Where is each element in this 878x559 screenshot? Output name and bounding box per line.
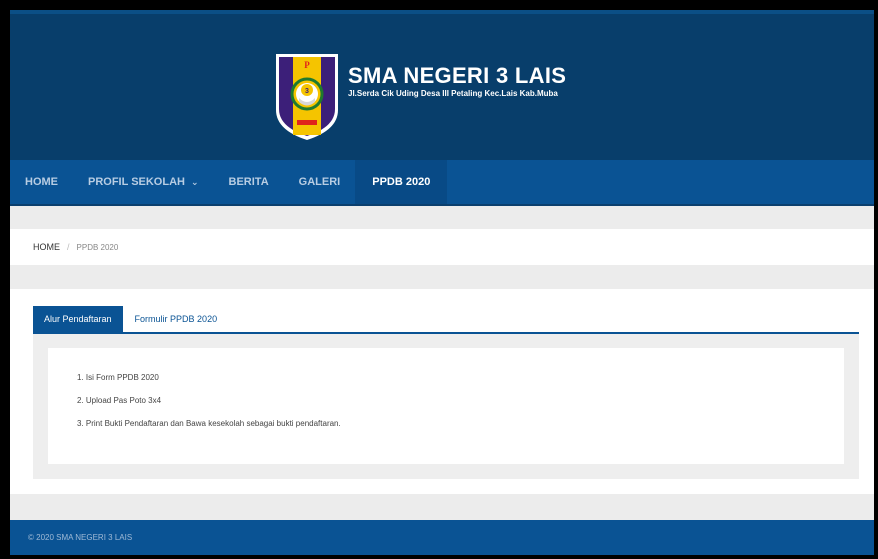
- svg-text:P: P: [304, 60, 310, 70]
- list-item: 3. Print Bukti Pendaftaran dan Bawa kese…: [77, 419, 341, 428]
- breadcrumb: HOME / PPDB 2020: [10, 229, 874, 265]
- tab-panel: 1. Isi Form PPDB 2020 2. Upload Pas Poto…: [33, 334, 859, 479]
- svg-text:3: 3: [305, 88, 309, 95]
- nav-ppdb-2020-label: PPDB 2020: [372, 176, 431, 188]
- nav-profil-sekolah[interactable]: PROFIL SEKOLAH ⌄: [73, 160, 214, 204]
- school-address: Jl.Serda Cik Uding Desa III Petaling Kec…: [348, 89, 558, 98]
- breadcrumb-separator: /: [67, 242, 70, 252]
- main-content: Alur Pendaftaran Formulir PPDB 2020 1. I…: [10, 289, 874, 494]
- footer-copyright: © 2020 SMA NEGERI 3 LAIS: [28, 533, 133, 542]
- list-item: 2. Upload Pas Poto 3x4: [77, 396, 162, 405]
- main-nav: HOME PROFIL SEKOLAH ⌄ BERITA GALERI PPDB …: [10, 160, 874, 206]
- steps-list: 1. Isi Form PPDB 2020 2. Upload Pas Poto…: [77, 373, 341, 442]
- nav-profil-sekolah-label: PROFIL SEKOLAH: [88, 176, 185, 188]
- breadcrumb-home[interactable]: HOME: [33, 242, 60, 252]
- tab-bar: Alur Pendaftaran Formulir PPDB 2020: [33, 306, 859, 334]
- nav-berita[interactable]: BERITA: [214, 160, 284, 204]
- tab-panel-body: 1. Isi Form PPDB 2020 2. Upload Pas Poto…: [48, 348, 844, 464]
- school-name[interactable]: SMA NEGERI 3 LAIS: [348, 64, 566, 88]
- site-footer: © 2020 SMA NEGERI 3 LAIS: [10, 520, 874, 555]
- chevron-down-icon: ⌄: [190, 177, 199, 187]
- nav-home-label: HOME: [25, 176, 58, 188]
- nav-berita-label: BERITA: [228, 176, 269, 188]
- breadcrumb-current: PPDB 2020: [76, 242, 119, 252]
- school-crest-logo: P 3: [276, 54, 338, 140]
- list-item: 1. Isi Form PPDB 2020: [77, 373, 159, 382]
- tab-formulir-ppdb[interactable]: Formulir PPDB 2020: [123, 306, 230, 332]
- nav-ppdb-2020[interactable]: PPDB 2020: [355, 160, 448, 204]
- tab-alur-pendaftaran[interactable]: Alur Pendaftaran: [33, 306, 123, 332]
- nav-home[interactable]: HOME: [10, 160, 73, 204]
- browser-page: P 3 SMA NEGERI 3 LAIS Jl.Serda Cik Uding…: [10, 10, 874, 555]
- nav-galeri-label: GALERI: [298, 176, 341, 188]
- site-header: P 3 SMA NEGERI 3 LAIS Jl.Serda Cik Uding…: [10, 10, 874, 160]
- brand[interactable]: P 3 SMA NEGERI 3 LAIS Jl.Serda Cik Uding…: [274, 52, 566, 142]
- nav-galeri[interactable]: GALERI: [284, 160, 356, 204]
